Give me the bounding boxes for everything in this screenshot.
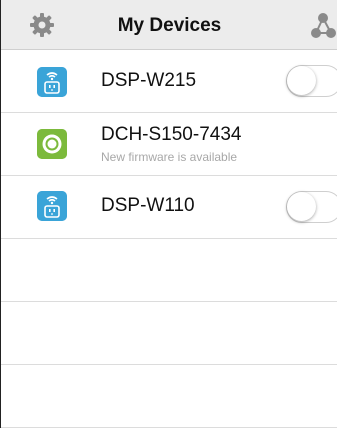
device-name: DSP-W110 bbox=[101, 195, 195, 216]
empty-row bbox=[1, 302, 337, 365]
device-power-toggle[interactable] bbox=[286, 191, 337, 223]
page-title: My Devices bbox=[117, 15, 222, 36]
device-row[interactable]: DSP-W110 bbox=[1, 176, 337, 239]
nav-bar: My Devices bbox=[1, 0, 337, 50]
device-power-toggle[interactable] bbox=[286, 65, 337, 97]
device-name: DSP-W215 bbox=[101, 70, 197, 91]
device-name: DCH-S150-7434 bbox=[101, 124, 242, 145]
empty-row bbox=[1, 365, 337, 428]
smart-plug-icon bbox=[37, 67, 67, 97]
firmware-notice: New firmware is available bbox=[101, 150, 238, 164]
device-row[interactable]: DSP-W215 bbox=[1, 50, 337, 113]
motion-sensor-icon bbox=[37, 129, 67, 159]
my-devices-screen: My Devices DSP-W215 DCH-S150-7434 New fi… bbox=[0, 0, 337, 428]
toggle-knob bbox=[287, 192, 316, 221]
toggle-knob bbox=[287, 66, 316, 95]
smart-plug-icon bbox=[37, 191, 67, 221]
device-row[interactable]: DCH-S150-7434 New firmware is available bbox=[1, 113, 337, 176]
empty-row bbox=[1, 239, 337, 302]
share-nodes-icon[interactable] bbox=[311, 12, 337, 40]
